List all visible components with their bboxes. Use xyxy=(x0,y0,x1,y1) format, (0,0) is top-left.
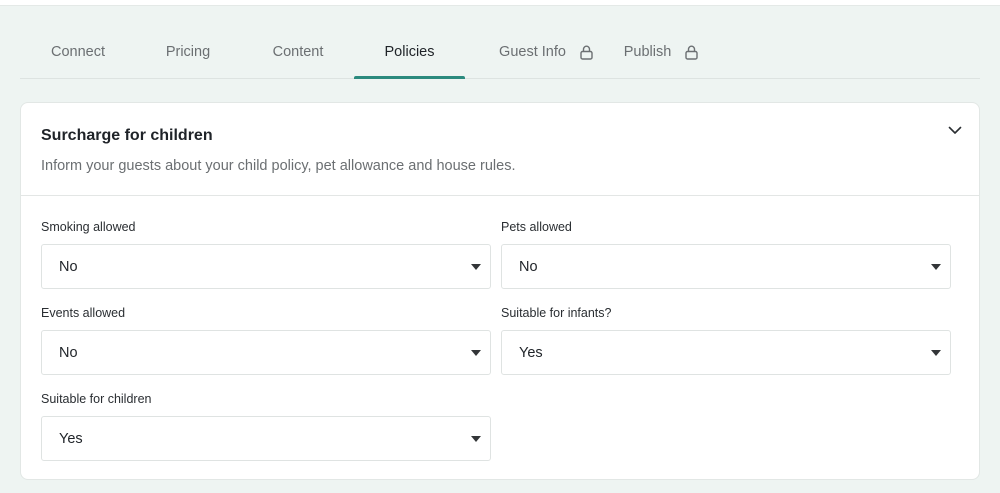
children-value: Yes xyxy=(59,431,83,447)
infants-select[interactable]: Yes xyxy=(501,330,951,375)
smoking-select[interactable]: No xyxy=(41,244,491,289)
tab-publish[interactable]: Publish xyxy=(616,26,706,78)
collapse-button[interactable] xyxy=(945,123,965,139)
events-label: Events allowed xyxy=(41,306,126,320)
pets-select[interactable]: No xyxy=(501,244,951,289)
caret-down-icon xyxy=(931,350,941,356)
infants-value: Yes xyxy=(519,345,543,361)
lock-icon xyxy=(580,45,593,60)
tab-guest-info[interactable]: Guest Info xyxy=(486,26,606,78)
tab-bar: Connect Pricing Content Policies Guest I… xyxy=(20,26,980,79)
caret-down-icon xyxy=(471,350,481,356)
chevron-down-icon xyxy=(948,122,962,140)
lock-icon xyxy=(685,45,698,60)
tab-label: Content xyxy=(272,44,324,60)
tab-label: Connect xyxy=(50,44,105,60)
children-label: Suitable for children xyxy=(41,392,152,406)
top-strip xyxy=(0,0,1000,6)
smoking-label: Smoking allowed xyxy=(41,220,136,234)
events-value: No xyxy=(59,345,78,361)
caret-down-icon xyxy=(471,264,481,270)
card-title: Surcharge for children xyxy=(41,127,213,144)
tab-policies[interactable]: Policies xyxy=(354,26,465,79)
tab-label: Publish xyxy=(623,44,672,60)
card-description: Inform your guests about your child poli… xyxy=(41,158,516,174)
infants-label: Suitable for infants? xyxy=(501,306,612,320)
smoking-value: No xyxy=(59,259,78,275)
tab-label: Policies xyxy=(384,44,435,60)
pets-value: No xyxy=(519,259,538,275)
events-select[interactable]: No xyxy=(41,330,491,375)
caret-down-icon xyxy=(931,264,941,270)
tab-label: Pricing xyxy=(165,44,211,60)
pets-label: Pets allowed xyxy=(501,220,572,234)
tab-pricing[interactable]: Pricing xyxy=(146,26,230,78)
policies-card: Surcharge for children Inform your guest… xyxy=(20,102,980,480)
caret-down-icon xyxy=(471,436,481,442)
tab-connect[interactable]: Connect xyxy=(28,26,128,78)
tab-label: Guest Info xyxy=(499,44,566,60)
tab-content[interactable]: Content xyxy=(254,26,342,78)
children-select[interactable]: Yes xyxy=(41,416,491,461)
card-header: Surcharge for children Inform your guest… xyxy=(21,103,979,196)
